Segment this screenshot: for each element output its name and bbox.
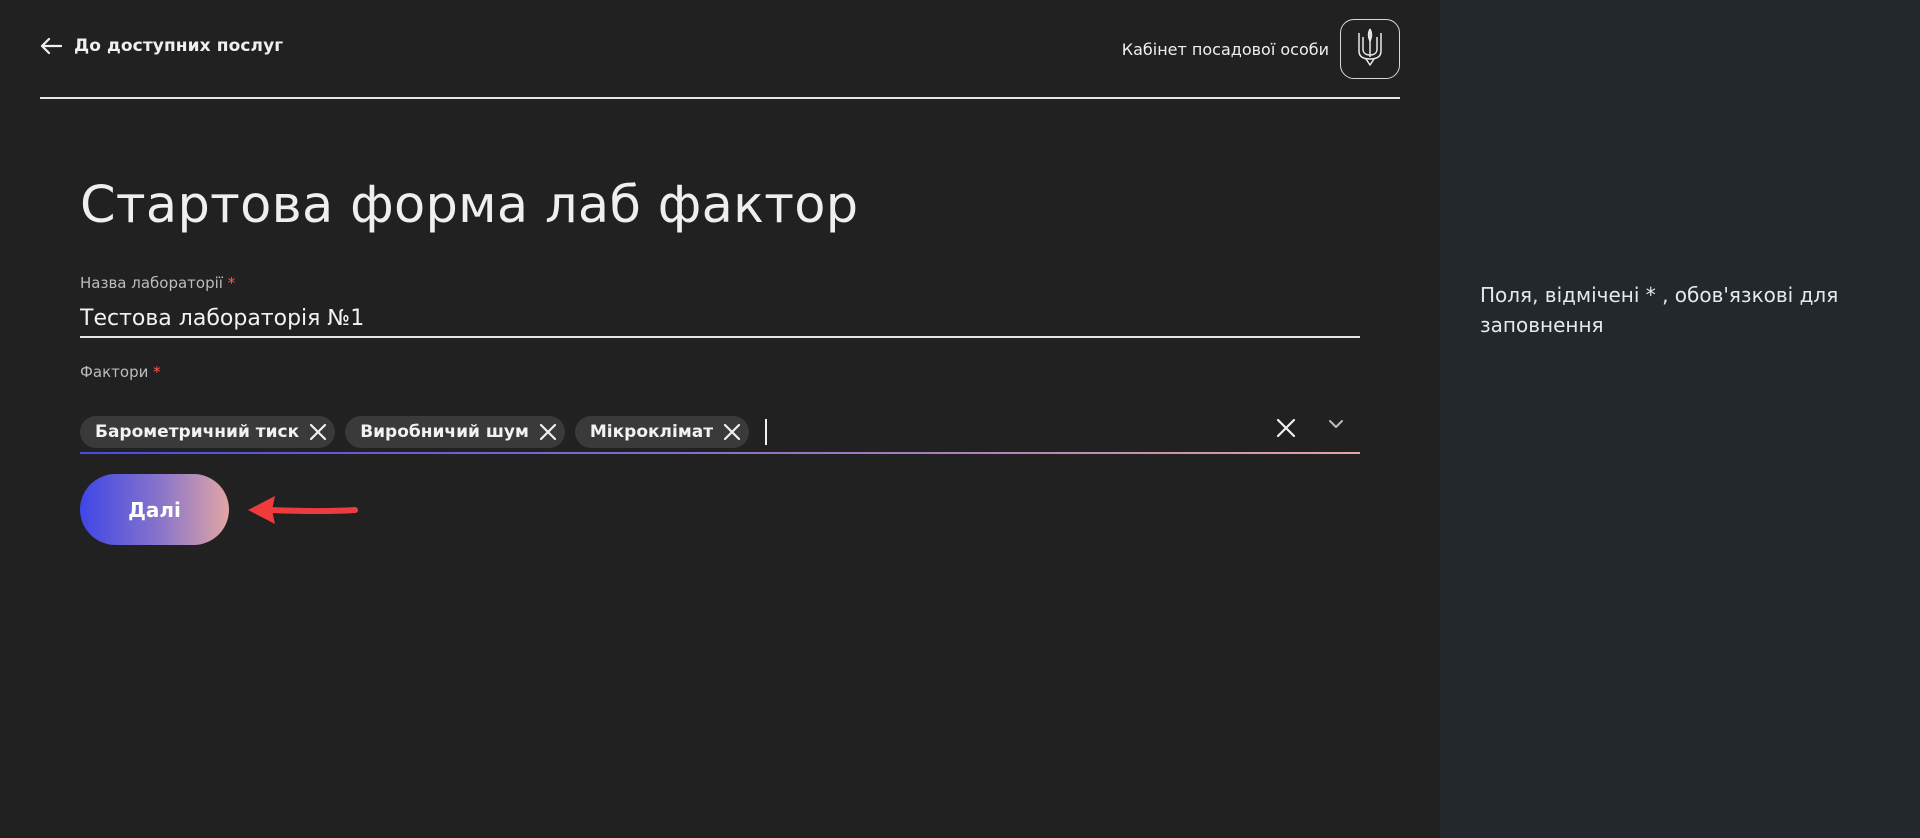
factors-multiselect[interactable]: Барометричний тиск Виробничий шум Мікрок… — [80, 410, 1360, 454]
lab-name-label: Назва лабораторії * — [80, 274, 235, 292]
factor-chip: Барометричний тиск — [80, 416, 336, 448]
factors-underline — [80, 452, 1360, 454]
annotation-arrow-icon — [245, 490, 360, 534]
close-icon[interactable] — [309, 423, 327, 441]
factor-chip-label: Барометричний тиск — [95, 422, 300, 442]
main-panel: До доступних послуг Кабінет посадової ос… — [0, 0, 1440, 838]
factors-label-text: Фактори — [80, 363, 149, 381]
factor-chip: Виробничий шум — [345, 416, 565, 448]
required-mark: * — [227, 274, 236, 292]
close-icon[interactable] — [539, 423, 557, 441]
factor-chip-label: Мікроклімат — [589, 422, 714, 442]
required-fields-note: Поля, відмічені * , обов'язкові для запо… — [1480, 283, 1839, 337]
trident-icon — [1357, 27, 1383, 71]
required-mark: * — [153, 363, 161, 381]
chevron-down-icon[interactable] — [1326, 414, 1346, 438]
page-title: Стартова форма лаб фактор — [80, 176, 859, 235]
arrow-left-icon — [40, 37, 62, 55]
back-link-label: До доступних послуг — [74, 36, 284, 56]
text-cursor — [765, 419, 768, 445]
back-link[interactable]: До доступних послуг — [40, 36, 283, 56]
lab-name-label-text: Назва лабораторії — [80, 274, 223, 292]
info-panel: Поля, відмічені * , обов'язкові для запо… — [1440, 0, 1920, 838]
factor-chip-label: Виробничий шум — [360, 422, 529, 442]
close-icon[interactable] — [1276, 418, 1296, 442]
cabinet-link[interactable]: Кабінет посадової особи — [1122, 19, 1400, 79]
factor-chip: Мікроклімат — [574, 416, 750, 448]
avatar[interactable] — [1340, 19, 1400, 79]
close-icon[interactable] — [723, 423, 741, 441]
lab-name-input[interactable] — [80, 300, 1360, 338]
header-divider — [40, 97, 1400, 99]
cabinet-label: Кабінет посадової особи — [1121, 39, 1329, 59]
next-button[interactable]: Далі — [80, 474, 229, 545]
factors-label: Фактори * — [80, 363, 161, 381]
